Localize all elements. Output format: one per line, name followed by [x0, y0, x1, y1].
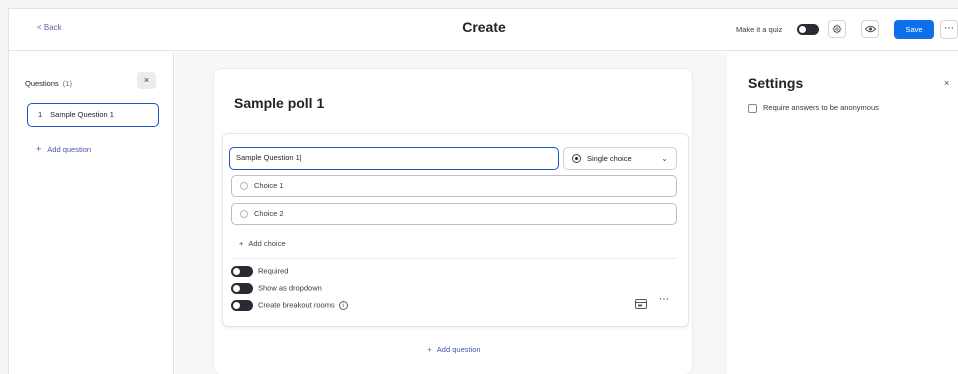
add-choice-button[interactable]: + Add choice — [239, 239, 286, 248]
preview-button[interactable] — [861, 20, 879, 38]
breakout-toggle[interactable] — [231, 300, 253, 311]
poll-title[interactable]: Sample poll 1 — [234, 95, 324, 111]
close-sidebar-button[interactable]: × — [137, 72, 156, 89]
app-window: < Back Create Make it a quiz Save ⋯ Ques… — [8, 8, 958, 374]
radio-circle-icon — [240, 182, 248, 190]
settings-button[interactable] — [828, 20, 846, 38]
dropdown-label: Show as dropdown — [258, 283, 322, 293]
editor-area: Sample poll 1 Sample Question 1| Single … — [175, 52, 727, 374]
questions-header-label: Questions — [25, 79, 59, 88]
required-label: Required — [258, 266, 289, 276]
chevron-down-icon: ⌄ — [661, 154, 668, 163]
question-input[interactable]: Sample Question 1| — [229, 147, 559, 170]
plus-icon: + — [427, 345, 432, 354]
dropdown-toggle[interactable] — [231, 283, 253, 294]
choice-input-1[interactable]: Choice 1 — [231, 175, 677, 197]
quiz-toggle-label: Make it a quiz — [736, 25, 783, 34]
anonymous-option[interactable]: Require answers to be anonymous — [748, 103, 879, 113]
eye-icon — [864, 25, 876, 33]
settings-title: Settings — [748, 75, 804, 91]
question-editor: Sample Question 1| Single choice ⌄ Choic… — [222, 133, 689, 327]
plus-icon: + — [36, 144, 42, 154]
sidebar-question-item[interactable]: 1 Sample Question 1 — [27, 103, 159, 127]
top-bar: < Back Create Make it a quiz Save ⋯ — [9, 9, 958, 51]
anonymous-checkbox[interactable] — [748, 103, 757, 113]
radio-icon — [572, 154, 581, 163]
question-more-button[interactable]: ⋯ — [659, 294, 669, 305]
anonymous-label: Require answers to be anonymous — [763, 103, 879, 112]
add-question-button[interactable]: + Add question — [214, 345, 694, 354]
breakout-option: Create breakout rooms i — [231, 300, 348, 311]
radio-circle-icon — [240, 210, 248, 218]
quiz-toggle[interactable] — [797, 24, 819, 35]
close-settings-button[interactable]: × — [944, 78, 949, 88]
questions-count: (1) — [62, 79, 72, 88]
poll-card: Sample poll 1 Sample Question 1| Single … — [213, 68, 693, 374]
question-type-value: Single choice — [587, 154, 632, 163]
question-type-select[interactable]: Single choice ⌄ — [563, 147, 677, 170]
settings-panel: Settings × Require answers to be anonymo… — [728, 52, 958, 374]
question-item-label: Sample Question 1 — [50, 110, 114, 119]
choice-input-2[interactable]: Choice 2 — [231, 203, 677, 225]
choice-label: Choice 2 — [254, 209, 284, 218]
divider — [231, 258, 677, 259]
info-icon[interactable]: i — [338, 301, 348, 310]
questions-sidebar: Questions (1) × 1 Sample Question 1 + Add q… — [9, 52, 174, 374]
choice-label: Choice 1 — [254, 181, 284, 190]
question-number: 1 — [38, 110, 43, 119]
question-bank-icon[interactable] — [635, 299, 647, 309]
add-question-sidebar-button[interactable]: + Add question — [36, 144, 91, 154]
required-option: Required — [231, 266, 288, 277]
add-question-label: Add question — [436, 345, 481, 354]
back-link[interactable]: < Back — [37, 23, 62, 32]
plus-icon: + — [239, 239, 244, 248]
more-options-button[interactable]: ⋯ — [940, 20, 958, 39]
dropdown-option: Show as dropdown — [231, 283, 322, 294]
questions-header: Questions (1) — [25, 79, 72, 88]
add-question-sidebar-label: Add question — [47, 145, 92, 154]
breakout-label: Create breakout rooms — [258, 300, 335, 310]
save-button[interactable]: Save — [894, 20, 934, 39]
gear-icon — [832, 24, 842, 34]
add-choice-label: Add choice — [248, 239, 286, 248]
required-toggle[interactable] — [231, 266, 253, 277]
